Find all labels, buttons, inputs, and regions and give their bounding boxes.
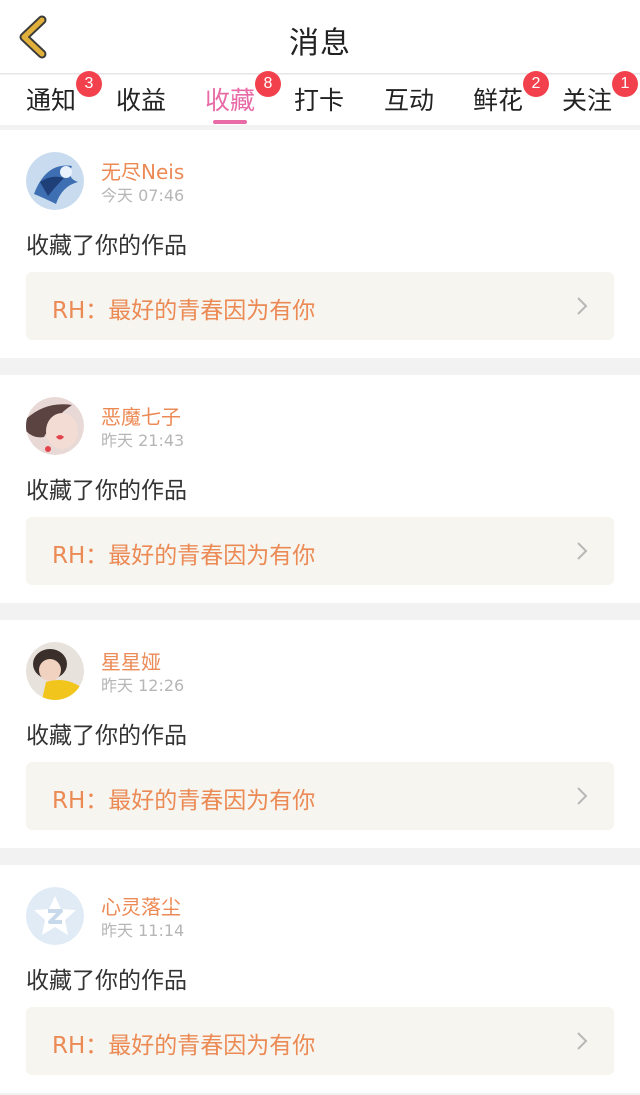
message-card: 星星娅 昨天 12:26 收藏了你的作品 RH：最好的青春因为有你: [0, 620, 640, 848]
chevron-right-icon: [577, 787, 588, 805]
tab-label: 关注: [561, 86, 612, 115]
avatar[interactable]: [26, 642, 84, 700]
username[interactable]: 恶魔七子: [101, 401, 181, 430]
tab-label: 互动: [383, 86, 434, 115]
active-tab-indicator: [213, 120, 247, 124]
tab-flowers[interactable]: 鲜花 2: [463, 71, 549, 117]
work-link[interactable]: RH：最好的青春因为有你: [26, 1007, 614, 1075]
tab-label: 打卡: [293, 86, 344, 115]
tab-label: 收藏: [204, 86, 255, 115]
work-title: RH：最好的青春因为有你: [52, 1033, 316, 1059]
user-avatar-icon: [26, 642, 84, 700]
tab-follows[interactable]: 关注 1: [552, 71, 638, 117]
tab-label: 通知: [25, 86, 76, 115]
tab-favorites[interactable]: 收藏 8: [195, 71, 281, 124]
page-title: 消息: [289, 26, 351, 61]
message-card: 心灵落尘 昨天 11:14 收藏了你的作品 RH：最好的青春因为有你: [0, 865, 640, 1093]
user-avatar-icon: [26, 397, 84, 455]
message-text: 收藏了你的作品: [26, 233, 187, 259]
tab-label: 鲜花: [472, 86, 523, 115]
message-card: 无尽Neis 今天 07:46 收藏了你的作品 RH：最好的青春因为有你: [0, 130, 640, 358]
tab-notifications[interactable]: 通知 3: [16, 71, 102, 117]
avatar[interactable]: [26, 887, 84, 945]
avatar[interactable]: [26, 397, 84, 455]
chevron-right-icon: [577, 1032, 588, 1050]
message-text: 收藏了你的作品: [26, 723, 187, 749]
user-avatar-icon: [26, 152, 84, 210]
username[interactable]: 无尽Neis: [101, 156, 184, 185]
tab-checkin[interactable]: 打卡: [284, 81, 354, 117]
message-time: 昨天 21:43: [101, 431, 185, 450]
default-avatar-icon: [26, 887, 84, 945]
message-time: 今天 07:46: [101, 186, 185, 205]
follows-badge: 1: [612, 71, 638, 97]
message-time: 昨天 12:26: [101, 676, 185, 695]
top-bar: 消息: [0, 0, 640, 74]
notification-badge: 3: [76, 71, 102, 97]
message-tabs: 通知 3 收益 收藏 8 打卡 互动 鲜花 2 关注 1: [0, 71, 640, 125]
message-card: 恶魔七子 昨天 21:43 收藏了你的作品 RH：最好的青春因为有你: [0, 375, 640, 603]
tab-earnings[interactable]: 收益: [106, 81, 176, 117]
message-text: 收藏了你的作品: [26, 478, 187, 504]
avatar[interactable]: [26, 152, 84, 210]
work-link[interactable]: RH：最好的青春因为有你: [26, 517, 614, 585]
work-title: RH：最好的青春因为有你: [52, 788, 316, 814]
message-text: 收藏了你的作品: [26, 968, 187, 994]
work-link[interactable]: RH：最好的青春因为有你: [26, 762, 614, 830]
work-title: RH：最好的青春因为有你: [52, 543, 316, 569]
chevron-right-icon: [577, 297, 588, 315]
flowers-badge: 2: [523, 71, 549, 97]
username[interactable]: 星星娅: [101, 646, 161, 675]
chevron-right-icon: [577, 542, 588, 560]
tab-label: 收益: [115, 86, 166, 115]
favorites-badge: 8: [255, 71, 281, 97]
tab-interaction[interactable]: 互动: [374, 81, 444, 117]
username[interactable]: 心灵落尘: [101, 891, 181, 920]
message-time: 昨天 11:14: [101, 921, 185, 940]
work-link[interactable]: RH：最好的青春因为有你: [26, 272, 614, 340]
work-title: RH：最好的青春因为有你: [52, 298, 316, 324]
